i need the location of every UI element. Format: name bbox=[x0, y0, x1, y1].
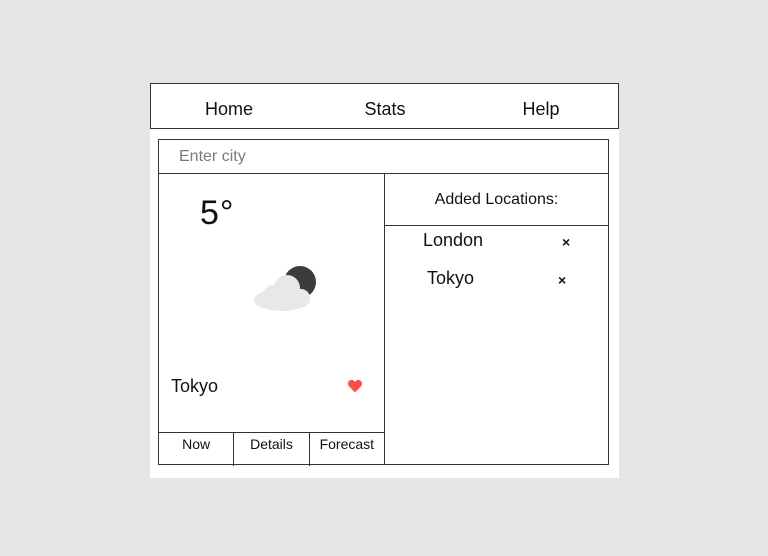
partly-cloudy-icon bbox=[254, 266, 316, 311]
nav-stats[interactable]: Stats bbox=[325, 84, 445, 128]
close-icon[interactable]: × bbox=[558, 272, 566, 288]
temperature: 5° bbox=[200, 194, 235, 232]
close-icon[interactable]: × bbox=[562, 234, 570, 250]
tab-now[interactable]: Now bbox=[159, 433, 235, 466]
main-panel: 5° Tokyo Now Details Forecast Added Loca… bbox=[158, 139, 609, 466]
locations-header: Added Locations: bbox=[385, 174, 608, 226]
location-name[interactable]: Tokyo bbox=[427, 268, 474, 289]
location-item[interactable]: London × bbox=[385, 230, 608, 258]
added-locations-panel: Added Locations: London × Tokyo × bbox=[385, 174, 608, 464]
tab-forecast[interactable]: Forecast bbox=[310, 433, 384, 466]
nav-home[interactable]: Home bbox=[169, 84, 289, 128]
current-city: Tokyo bbox=[171, 376, 219, 396]
location-name[interactable]: London bbox=[423, 230, 483, 251]
nav-help[interactable]: Help bbox=[481, 84, 601, 128]
heart-icon[interactable] bbox=[347, 379, 363, 393]
weather-card: 5° Tokyo Now Details Forecast bbox=[159, 174, 385, 466]
weather-tabs: Now Details Forecast bbox=[159, 432, 384, 466]
city-search-input[interactable] bbox=[159, 140, 608, 174]
tab-details[interactable]: Details bbox=[234, 433, 310, 466]
app-window: Home Stats Help 5° Tokyo Now Details For… bbox=[150, 83, 619, 478]
top-nav: Home Stats Help bbox=[150, 83, 619, 129]
location-item[interactable]: Tokyo × bbox=[385, 268, 608, 296]
